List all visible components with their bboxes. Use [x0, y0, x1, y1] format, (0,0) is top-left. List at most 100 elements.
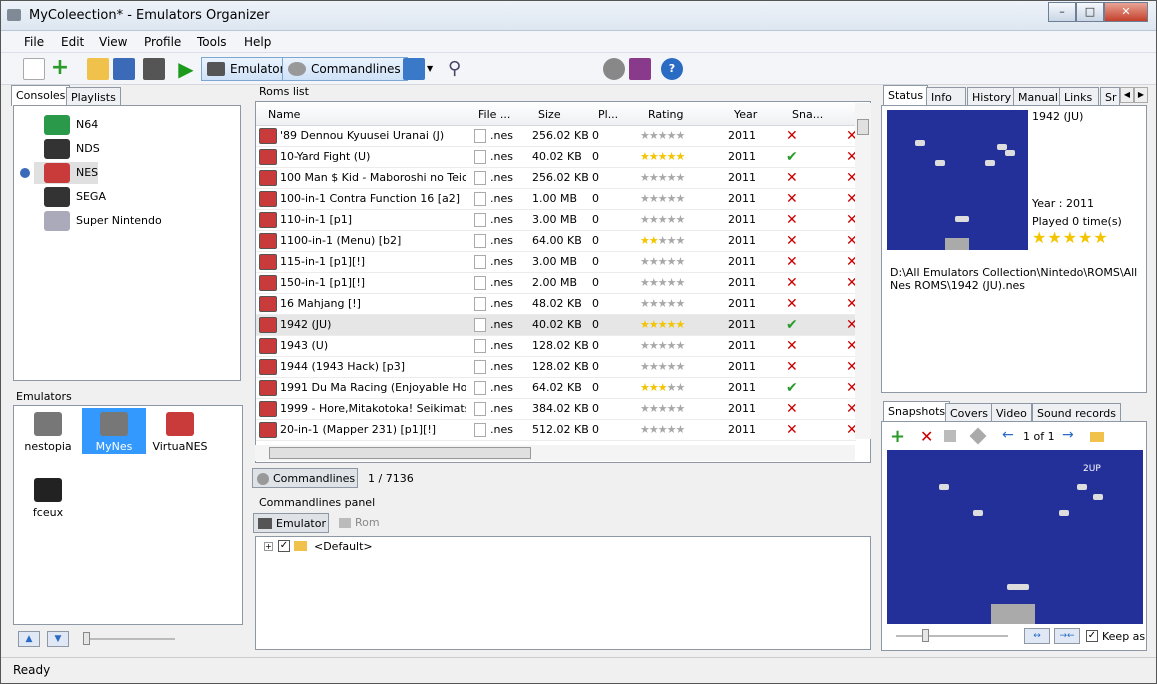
table-row[interactable]: '89 Dennou Kyuusei Uranai (J) .nes 256.02 … — [256, 126, 858, 147]
commandlines-toolbar-button[interactable]: Commandlines — [282, 57, 408, 81]
table-row[interactable]: 150-in-1 [p1][!] .nes 2.00 MB 0 ★★★★★ 2011 ✕ ✕ — [256, 273, 858, 294]
rating-stars[interactable]: ★★★★★ — [640, 380, 685, 395]
col-name[interactable]: Name — [268, 108, 300, 121]
help-icon[interactable]: ? — [661, 58, 683, 80]
icon-size-slider[interactable] — [85, 638, 175, 640]
edit-snapshot-icon[interactable] — [969, 427, 987, 445]
default-node-label[interactable]: <Default> — [314, 540, 373, 553]
add-icon[interactable]: + — [49, 57, 71, 80]
tab-manual[interactable]: Manual — [1013, 87, 1063, 107]
expand-icon[interactable]: + — [264, 542, 273, 551]
tab-covers[interactable]: Covers — [945, 403, 993, 423]
col-snap[interactable]: Sna... — [792, 108, 823, 121]
rating-stars[interactable]: ★★★★★ — [640, 275, 685, 290]
table-row[interactable]: 1100-in-1 (Menu) [b2] .nes 64.00 KB 0 ★★★★★ 2… — [256, 231, 858, 252]
rating-stars[interactable]: ★★★★★ — [640, 359, 685, 374]
rating-stars[interactable]: ★★★★★ — [640, 422, 685, 437]
col-rating[interactable]: Rating — [648, 108, 683, 121]
tab-snapshots[interactable]: Snapshots — [883, 401, 951, 422]
move-down-button[interactable]: ▼ — [47, 631, 69, 647]
menu-tools[interactable]: Tools — [197, 35, 227, 49]
stretch-horizontal-button[interactable]: ↔ — [1024, 628, 1050, 644]
tab-scroll-left-button[interactable]: ◀ — [1120, 87, 1134, 103]
roms-vertical-scrollbar[interactable] — [855, 103, 871, 439]
commandlines-button[interactable]: Commandlines — [252, 468, 358, 488]
move-up-button[interactable]: ▲ — [18, 631, 40, 647]
tab-links[interactable]: Links — [1059, 87, 1099, 107]
maximize-button[interactable]: □ — [1076, 2, 1104, 22]
table-row[interactable]: 10-Yard Fight (U) .nes 40.02 KB 0 ★★★★★ 2011 ✔… — [256, 147, 858, 168]
disc-icon[interactable] — [603, 58, 625, 80]
keep-aspect-checkbox[interactable]: ✓ — [1086, 630, 1098, 642]
tab-sound-records[interactable]: Sound records — [1032, 403, 1122, 423]
rating-stars[interactable]: ★★★★★ — [640, 254, 685, 269]
rating-stars[interactable]: ★★★★★ — [640, 296, 685, 311]
rating-stars[interactable]: ★★★★★ — [640, 233, 685, 248]
table-row[interactable]: 16 Mahjang [!] .nes 48.02 KB 0 ★★★★★ 2011 ✕ ✕ — [256, 294, 858, 315]
view-mode-icon[interactable] — [403, 58, 425, 80]
rating-stars[interactable]: ★★★★★ — [640, 128, 685, 143]
game-rating[interactable]: ★★★★★ — [1032, 228, 1109, 247]
console-n64[interactable]: N64 — [34, 114, 98, 136]
tab-consoles[interactable]: Consoles — [11, 85, 71, 106]
col-size[interactable]: Size — [538, 108, 561, 121]
shrink-horizontal-button[interactable]: →← — [1054, 628, 1080, 644]
table-row[interactable]: 100-in-1 Contra Function 16 [a2] .nes 1.00… — [256, 189, 858, 210]
tab-playlists[interactable]: Playlists — [66, 87, 121, 107]
icon-size-slider-thumb[interactable] — [83, 632, 90, 645]
close-button[interactable]: ✕ — [1104, 2, 1148, 22]
tab-video[interactable]: Video — [991, 403, 1032, 423]
previous-arrow-icon[interactable]: ← — [1002, 427, 1014, 443]
rating-stars[interactable]: ★★★★★ — [640, 191, 685, 206]
tab-history[interactable]: History — [967, 87, 1017, 107]
play-icon[interactable]: ▶ — [175, 58, 197, 80]
table-row[interactable]: 1999 - Hore,Mitakotoka! Seikimatsu (.nes… — [256, 399, 858, 420]
console-nds[interactable]: NDS — [34, 138, 100, 160]
tab-rom[interactable]: Rom — [335, 513, 387, 533]
search-icon[interactable]: ⚲ — [448, 58, 470, 80]
emulator-virtuanes[interactable]: VirtuaNES — [148, 408, 212, 454]
col-year[interactable]: Year — [734, 108, 757, 121]
menu-profile[interactable]: Profile — [144, 35, 181, 49]
save-icon[interactable] — [113, 58, 135, 80]
tab-emulator[interactable]: Emulator — [253, 513, 329, 533]
emulator-fceux[interactable]: fceux — [16, 474, 80, 520]
table-row[interactable]: 20-in-1 (Mapper 231) [p1][!] .nes 512.02 K… — [256, 420, 858, 441]
tab-scroll-right-button[interactable]: ▶ — [1134, 87, 1148, 103]
scrollbar-thumb[interactable] — [857, 119, 869, 135]
table-row[interactable]: 100 Man $ Kid - Maboroshi no Teiou .nes 25… — [256, 168, 858, 189]
console-sega[interactable]: SEGA — [34, 186, 106, 208]
default-checkbox[interactable]: ✓ — [278, 540, 290, 552]
emulator-toolbar-button[interactable]: Emulator — [201, 57, 292, 81]
tab-info[interactable]: Info — [926, 87, 966, 107]
chevron-down-icon[interactable]: ▼ — [427, 58, 437, 80]
minimize-button[interactable]: – — [1048, 2, 1076, 22]
rating-stars[interactable]: ★★★★★ — [640, 212, 685, 227]
tab-screenshots[interactable]: Sr — [1100, 87, 1120, 107]
console-icon[interactable] — [143, 58, 165, 80]
rating-stars[interactable]: ★★★★★ — [640, 401, 685, 416]
open-folder-icon[interactable] — [1090, 432, 1104, 442]
col-played[interactable]: Pl... — [598, 108, 618, 121]
console-nes[interactable]: NES — [34, 162, 98, 184]
table-row[interactable]: 1944 (1943 Hack) [p3] .nes 128.02 KB 0 ★★★★★… — [256, 357, 858, 378]
roms-horizontal-scrollbar[interactable] — [255, 445, 855, 461]
snapshot-zoom-slider[interactable] — [896, 635, 1008, 637]
table-row[interactable]: 1991 Du Ma Racing (Enjoyable Horse .nes 64… — [256, 378, 858, 399]
clear-snapshots-icon[interactable] — [944, 430, 956, 442]
table-row[interactable]: 1943 (U) .nes 128.02 KB 0 ★★★★★ 2011 ✕ ✕ — [256, 336, 858, 357]
snapshot-zoom-slider-thumb[interactable] — [922, 629, 929, 642]
next-arrow-icon[interactable]: → — [1062, 427, 1074, 443]
scrollbar-thumb[interactable] — [269, 447, 531, 459]
open-folder-icon[interactable] — [87, 58, 109, 80]
col-file[interactable]: File ... — [478, 108, 510, 121]
emulator-nestopia[interactable]: nestopia — [16, 408, 80, 454]
menu-view[interactable]: View — [99, 35, 127, 49]
new-file-icon[interactable] — [23, 58, 45, 80]
rating-stars[interactable]: ★★★★★ — [640, 317, 685, 332]
menu-file[interactable]: File — [24, 35, 44, 49]
menu-help[interactable]: Help — [244, 35, 271, 49]
archive-icon[interactable] — [629, 58, 651, 80]
delete-snapshot-icon[interactable]: ✕ — [920, 427, 933, 446]
add-snapshot-icon[interactable]: + — [890, 426, 905, 447]
